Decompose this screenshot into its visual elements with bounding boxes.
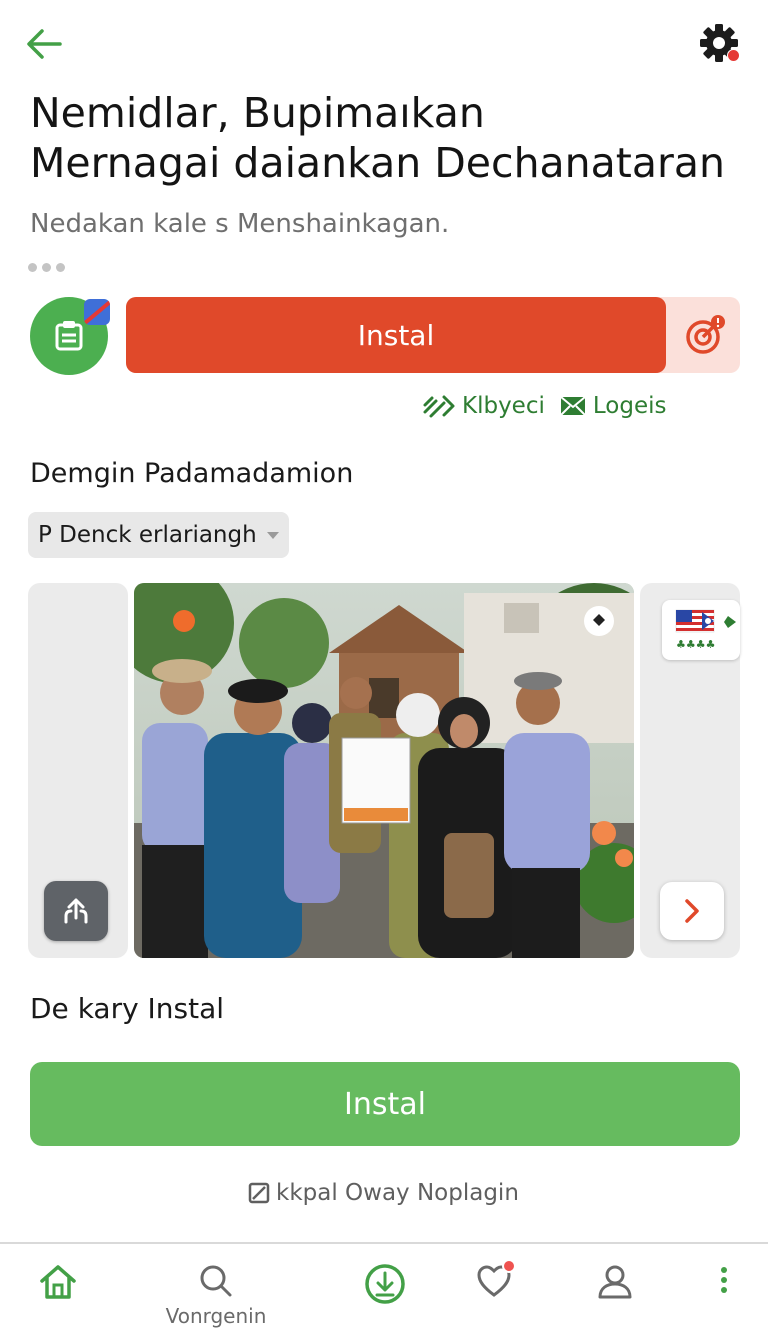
link-klbyeci-label: Klbyeci [462,393,545,419]
flag-icon: ♣♣♣♣ [675,609,736,651]
page-subtitle: Nedakan kale s Menshainkagan. [30,209,450,239]
flag-badge-icon [84,299,110,325]
link-klbyeci[interactable]: Klbyeci [422,392,545,420]
share-icon [423,395,455,418]
app-icon [30,297,110,375]
nav-downloads[interactable] [362,1262,408,1332]
dot [42,263,51,272]
upload-icon [64,898,88,924]
page-title: Nemidlar, Bupimaıkan Mernagai daiankan D… [30,88,750,188]
user-icon [598,1265,632,1299]
dot [56,263,65,272]
target-icon [686,315,725,354]
nav-profile[interactable] [594,1262,636,1332]
nav-search[interactable]: Vonrgenin [158,1262,274,1332]
photo-illustration [134,583,634,958]
screenshot-photo[interactable] [134,583,634,958]
target-button[interactable] [680,310,730,360]
nav-search-label: Vonrgenin [165,1304,267,1328]
download-icon [365,1264,405,1304]
link-logeis-label: Logeis [592,393,667,419]
link-row: Klbyeci Logeis [422,392,666,420]
settings-button[interactable] [698,22,744,68]
search-icon [200,1265,232,1297]
section-title: Demgin Padamadamion [30,458,354,489]
nav-favorites[interactable] [474,1259,516,1332]
dropdown-value: P Denck erlariangh [38,522,257,548]
filter-dropdown[interactable]: P Denck erlariangh [28,512,289,558]
link-logeis[interactable]: Logeis [559,393,667,419]
nav-divider [0,1242,768,1244]
page-title-line-1: Nemidlar, Bupimaıkan [30,89,485,137]
svg-text:♣♣♣♣: ♣♣♣♣ [676,638,715,651]
home-icon [40,1265,76,1299]
nav-home[interactable] [34,1262,82,1332]
arrow-left-icon [27,29,62,59]
more-vertical-icon [721,1267,727,1293]
install-section-title: De kary Instal [30,992,225,1025]
no-plugin-label: kkpal Oway Noplagin [276,1180,519,1206]
share-up-button[interactable] [44,881,108,941]
page-title-line-2: Mernagai daiankan Dechanataran [30,139,725,187]
mail-icon [560,396,586,416]
checkbox-icon [248,1182,270,1204]
flag-chip: ♣♣♣♣ [662,600,740,660]
more-dots-indicator[interactable] [28,263,65,272]
notification-dot [727,49,740,62]
clipboard-icon [55,321,83,351]
no-plugin-link[interactable]: kkpal Oway Noplagin [248,1180,519,1206]
nav-more[interactable] [712,1262,736,1332]
favorites-icon-wrap [475,1259,516,1304]
next-button[interactable] [660,882,724,940]
dot [28,263,37,272]
install-button[interactable]: Instal [126,297,666,373]
notification-badge [502,1259,516,1273]
back-button[interactable] [22,24,66,64]
chevron-down-icon [266,531,279,539]
chevron-right-icon [685,899,699,923]
install-button-secondary[interactable]: Instal [30,1062,740,1146]
